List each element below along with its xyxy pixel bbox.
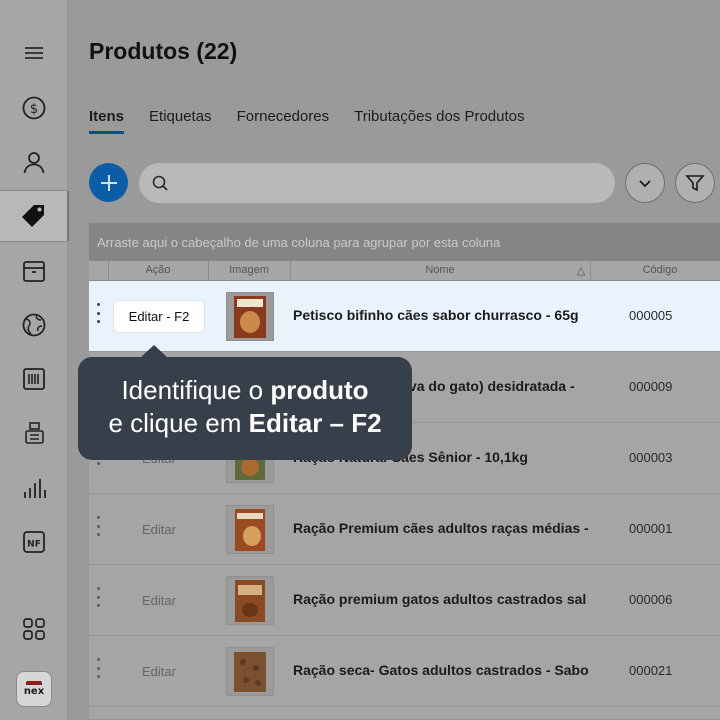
edit-button[interactable]: Editar - F2	[114, 301, 204, 332]
product-image	[226, 647, 274, 696]
table-row[interactable]: Editar Ração premium gatos adultos castr…	[89, 565, 720, 636]
row-menu-icon[interactable]	[95, 658, 101, 678]
row-menu-icon[interactable]	[95, 303, 101, 323]
product-code: 000001	[629, 521, 673, 536]
product-name: Petisco bifinho cães sabor churrasco - 6…	[293, 307, 579, 323]
column-header-code[interactable]: Código	[590, 264, 720, 276]
expand-button[interactable]	[625, 163, 665, 203]
nf-icon[interactable]: NF	[0, 516, 68, 568]
row-menu-icon[interactable]	[95, 587, 101, 607]
table-row[interactable]	[89, 707, 720, 720]
product-code: 000006	[629, 592, 673, 607]
instruction-tooltip: Identifique o produto e clique em Editar…	[78, 345, 412, 460]
logo-text: nex	[23, 686, 45, 697]
tab-itens[interactable]: Itens	[89, 108, 125, 134]
menu-icon[interactable]	[0, 27, 68, 79]
dollar-icon[interactable]: $	[0, 82, 68, 134]
register-icon[interactable]	[0, 407, 68, 459]
product-image	[226, 292, 274, 341]
product-name: Ração Premium cães adultos raças médias …	[293, 520, 589, 536]
box-icon[interactable]	[0, 245, 68, 297]
plus-icon	[100, 174, 117, 191]
row-menu-icon[interactable]	[95, 516, 101, 536]
tab-fornecedores[interactable]: Fornecedores	[237, 108, 330, 134]
globe-icon[interactable]	[0, 299, 68, 351]
product-code: 000003	[629, 450, 673, 465]
product-code: 000009	[629, 379, 673, 394]
column-header-action[interactable]: Ação	[108, 264, 208, 276]
product-image	[226, 505, 274, 554]
edit-button[interactable]: Editar	[114, 585, 204, 616]
product-code: 000005	[629, 308, 673, 323]
chart-icon[interactable]	[0, 462, 68, 514]
svg-text:$: $	[30, 102, 38, 117]
apps-icon[interactable]	[0, 603, 68, 655]
product-code: 000021	[629, 663, 673, 678]
tooltip-line-1: Identifique o produto	[121, 375, 369, 405]
product-image	[226, 576, 274, 625]
column-header-row: Ação Imagem Nome △ Código	[89, 261, 720, 281]
group-by-hint: Arraste aqui o cabeçalho de uma coluna p…	[89, 223, 720, 261]
table-row[interactable]: Editar Ração Premium cães adultos raças …	[89, 494, 720, 565]
page-title: Produtos (22)	[89, 38, 238, 64]
product-name: Ração premium gatos adultos castrados sa…	[293, 591, 587, 607]
tooltip-line-2: e clique em Editar – F2	[108, 408, 382, 438]
chevron-down-icon	[639, 180, 651, 188]
user-icon[interactable]	[0, 136, 68, 188]
table-row[interactable]: Editar Ração seca- Gatos adultos castrad…	[89, 636, 720, 707]
nex-logo[interactable]: nex	[16, 671, 52, 707]
column-header-image[interactable]: Imagem	[208, 264, 290, 276]
sidebar: $ NF nex	[0, 0, 69, 720]
sort-icon: △	[576, 265, 586, 277]
column-header-name[interactable]: Nome	[290, 264, 590, 276]
search-input[interactable]	[139, 163, 615, 203]
tag-icon[interactable]	[0, 190, 69, 242]
product-name: Ração seca- Gatos adultos castrados - Sa…	[293, 662, 589, 678]
edit-button[interactable]: Editar	[114, 656, 204, 687]
search-icon	[152, 175, 168, 191]
nf-label: NF	[27, 540, 41, 550]
edit-button[interactable]: Editar	[114, 514, 204, 545]
filter-button[interactable]	[675, 163, 715, 203]
filter-icon	[685, 175, 705, 192]
tab-tributacoes[interactable]: Tributações dos Produtos	[354, 108, 524, 134]
tab-bar: Itens Etiquetas Fornecedores Tributações…	[89, 108, 550, 134]
table-row[interactable]: Editar - F2 Petisco bifinho cães sabor c…	[89, 281, 720, 352]
barcode-icon[interactable]	[0, 353, 68, 405]
tab-etiquetas[interactable]: Etiquetas	[149, 108, 212, 134]
add-product-button[interactable]	[89, 163, 128, 202]
